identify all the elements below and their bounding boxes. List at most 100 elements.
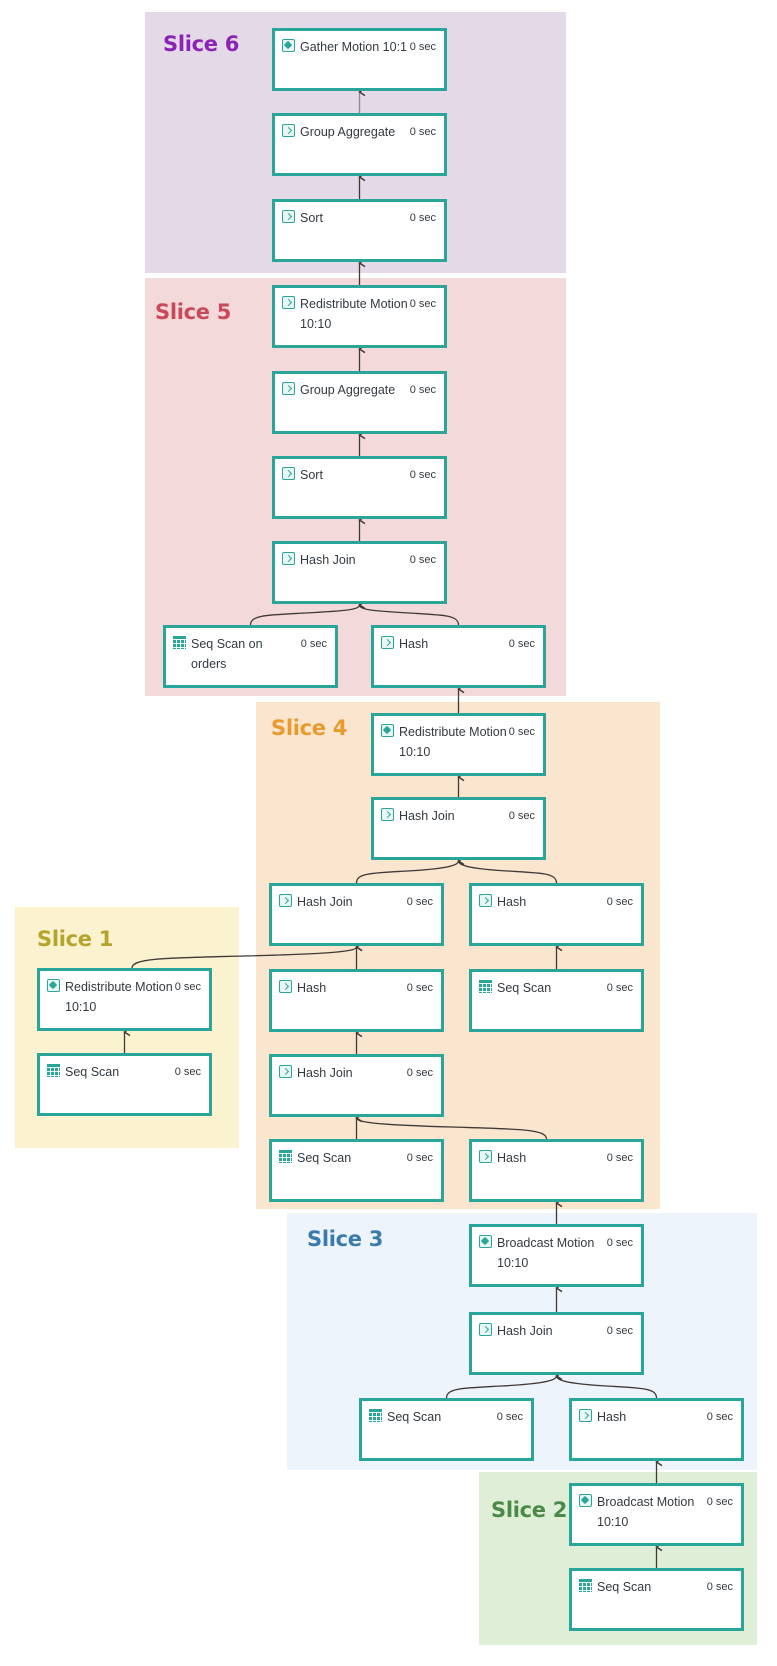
node-duration: 0 sec bbox=[606, 982, 633, 994]
node-title: Hash bbox=[497, 1151, 527, 1165]
table-icon bbox=[369, 1409, 382, 1422]
node-duration: 0 sec bbox=[606, 896, 633, 908]
node-title: Broadcast Motion 10:10 bbox=[597, 1495, 695, 1529]
plan-node-s4-hash-bottom[interactable]: Hash 0 sec bbox=[469, 1139, 644, 1202]
node-title: Hash Join bbox=[297, 1066, 353, 1080]
plan-node-s3-seqscan[interactable]: Seq Scan 0 sec bbox=[359, 1398, 534, 1461]
node-title: Hash bbox=[399, 637, 429, 651]
plan-node-s6-groupagg[interactable]: Group Aggregate 0 sec bbox=[272, 113, 447, 176]
node-duration: 0 sec bbox=[409, 469, 436, 481]
node-duration: 0 sec bbox=[409, 384, 436, 396]
plan-node-s2-broadcast[interactable]: Broadcast Motion 10:10 0 sec bbox=[569, 1483, 744, 1546]
plan-node-s4-hashjoin-top[interactable]: Hash Join 0 sec bbox=[371, 797, 546, 860]
plan-node-s4-hashjoin-mid[interactable]: Hash Join 0 sec bbox=[269, 883, 444, 946]
operator-icon bbox=[282, 467, 295, 480]
node-duration: 0 sec bbox=[409, 41, 436, 53]
plan-node-s5-sort[interactable]: Sort 0 sec bbox=[272, 456, 447, 519]
table-icon bbox=[173, 636, 186, 649]
plan-node-s4-hashjoin-low[interactable]: Hash Join 0 sec bbox=[269, 1054, 444, 1117]
motion-icon bbox=[579, 1494, 592, 1507]
plan-node-s5-groupagg[interactable]: Group Aggregate 0 sec bbox=[272, 371, 447, 434]
node-duration: 0 sec bbox=[174, 981, 201, 993]
operator-icon bbox=[279, 894, 292, 907]
node-title: Group Aggregate bbox=[300, 383, 396, 397]
node-duration: 0 sec bbox=[406, 1152, 433, 1164]
plan-node-s3-hash[interactable]: Hash 0 sec bbox=[569, 1398, 744, 1461]
slice-6-label: Slice 6 bbox=[163, 32, 240, 56]
node-title: Group Aggregate bbox=[300, 125, 396, 139]
plan-node-s1-redistribute[interactable]: Redistribute Motion 10:10 0 sec bbox=[37, 968, 212, 1031]
node-duration: 0 sec bbox=[409, 554, 436, 566]
node-duration: 0 sec bbox=[174, 1066, 201, 1078]
node-duration: 0 sec bbox=[409, 126, 436, 138]
node-duration: 0 sec bbox=[409, 298, 436, 310]
plan-node-s2-seqscan[interactable]: Seq Scan 0 sec bbox=[569, 1568, 744, 1631]
node-duration: 0 sec bbox=[606, 1325, 633, 1337]
node-title: Hash Join bbox=[497, 1324, 553, 1338]
plan-node-s4-hash-right[interactable]: Hash 0 sec bbox=[469, 883, 644, 946]
node-title: Redistribute Motion 10:10 bbox=[399, 725, 507, 759]
node-title: Sort bbox=[300, 468, 323, 482]
node-title: Hash Join bbox=[399, 809, 455, 823]
node-duration: 0 sec bbox=[508, 810, 535, 822]
node-duration: 0 sec bbox=[606, 1152, 633, 1164]
plan-node-s1-seqscan[interactable]: Seq Scan 0 sec bbox=[37, 1053, 212, 1116]
plan-node-s4-hash-left[interactable]: Hash 0 sec bbox=[269, 969, 444, 1032]
operator-icon bbox=[381, 808, 394, 821]
slice-2-label: Slice 2 bbox=[491, 1498, 568, 1522]
plan-node-s4-seqscan-bottom[interactable]: Seq Scan 0 sec bbox=[269, 1139, 444, 1202]
node-title: Seq Scan bbox=[297, 1151, 352, 1165]
plan-node-s6-gather[interactable]: Gather Motion 10:1 0 sec bbox=[272, 28, 447, 91]
motion-icon bbox=[479, 1235, 492, 1248]
operator-icon bbox=[282, 552, 295, 565]
node-duration: 0 sec bbox=[706, 1411, 733, 1423]
slice-3-label: Slice 3 bbox=[307, 1227, 384, 1251]
node-title: Hash Join bbox=[297, 895, 353, 909]
node-duration: 0 sec bbox=[406, 982, 433, 994]
node-duration: 0 sec bbox=[508, 726, 535, 738]
node-duration: 0 sec bbox=[706, 1581, 733, 1593]
node-duration: 0 sec bbox=[508, 638, 535, 650]
node-duration: 0 sec bbox=[406, 1067, 433, 1079]
plan-node-s3-broadcast[interactable]: Broadcast Motion 10:10 0 sec bbox=[469, 1224, 644, 1287]
operator-icon bbox=[479, 1150, 492, 1163]
slice-4-region: Slice 4 bbox=[256, 702, 660, 1209]
plan-node-s4-redistribute[interactable]: Redistribute Motion 10:10 0 sec bbox=[371, 713, 546, 776]
plan-node-s5-hash[interactable]: Hash 0 sec bbox=[371, 625, 546, 688]
node-duration: 0 sec bbox=[496, 1411, 523, 1423]
node-title: Redistribute Motion 10:10 bbox=[300, 297, 408, 331]
slice-4-label: Slice 4 bbox=[271, 716, 348, 740]
motion-icon bbox=[381, 724, 394, 737]
node-duration: 0 sec bbox=[706, 1496, 733, 1508]
operator-icon bbox=[282, 124, 295, 137]
operator-icon bbox=[479, 1323, 492, 1336]
plan-node-s5-seqscan-orders[interactable]: Seq Scan on orders 0 sec bbox=[163, 625, 338, 688]
plan-node-s5-redistribute[interactable]: Redistribute Motion 10:10 0 sec bbox=[272, 285, 447, 348]
operator-icon bbox=[579, 1409, 592, 1422]
table-icon bbox=[47, 1064, 60, 1077]
node-duration: 0 sec bbox=[409, 212, 436, 224]
motion-icon bbox=[47, 979, 60, 992]
table-icon bbox=[279, 1150, 292, 1163]
node-title: Seq Scan on orders bbox=[191, 637, 263, 671]
motion-icon bbox=[282, 39, 295, 52]
node-title: Hash Join bbox=[300, 553, 356, 567]
operator-icon bbox=[479, 894, 492, 907]
node-title: Hash bbox=[597, 1410, 627, 1424]
node-title: Broadcast Motion 10:10 bbox=[497, 1236, 595, 1270]
node-title: Sort bbox=[300, 211, 323, 225]
table-icon bbox=[579, 1579, 592, 1592]
node-duration: 0 sec bbox=[300, 638, 327, 650]
node-title: Seq Scan bbox=[65, 1065, 120, 1079]
plan-node-s3-hashjoin[interactable]: Hash Join 0 sec bbox=[469, 1312, 644, 1375]
node-title: Seq Scan bbox=[497, 981, 552, 995]
node-title: Seq Scan bbox=[597, 1580, 652, 1594]
node-duration: 0 sec bbox=[406, 896, 433, 908]
plan-node-s5-hashjoin[interactable]: Hash Join 0 sec bbox=[272, 541, 447, 604]
operator-icon bbox=[282, 296, 295, 309]
plan-node-s6-sort[interactable]: Sort 0 sec bbox=[272, 199, 447, 262]
operator-icon bbox=[282, 210, 295, 223]
node-title: Hash bbox=[297, 981, 327, 995]
node-title: Gather Motion 10:1 bbox=[300, 40, 408, 54]
plan-node-s4-seqscan-right[interactable]: Seq Scan 0 sec bbox=[469, 969, 644, 1032]
